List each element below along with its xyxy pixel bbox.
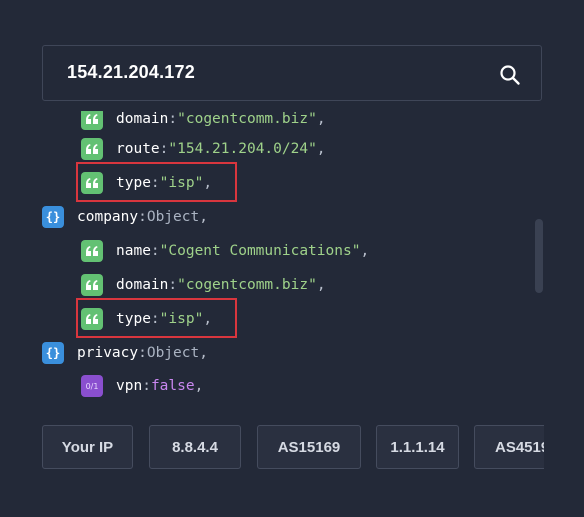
quote-icon (81, 240, 103, 262)
json-comma: , (316, 141, 326, 157)
braces-icon: {} (42, 206, 64, 228)
search-icon[interactable] (499, 64, 521, 86)
json-row: name: "Cogent Communications", (81, 239, 369, 263)
json-viewer: domain: "cogentcomm.biz", route: "154.21.20… (42, 111, 542, 409)
json-comma: , (199, 345, 208, 361)
json-colon: : (159, 141, 169, 157)
highlight-box (76, 162, 237, 202)
quick-link-button[interactable]: AS4519 (474, 425, 544, 469)
json-comma: , (316, 111, 326, 127)
boolean-icon: 0/1 (81, 375, 103, 397)
scrollbar-thumb[interactable] (535, 219, 543, 293)
json-comma: , (199, 209, 208, 225)
json-value: "154.21.204.0/24" (168, 141, 317, 157)
json-value: Object (146, 209, 200, 225)
json-row: 0/1 vpn: false, (81, 374, 203, 398)
json-row: route: "154.21.204.0/24", (81, 137, 326, 161)
quick-links: Your IP 8.8.4.4 AS15169 1.1.1.14 AS4519 (42, 425, 544, 469)
json-value: "Cogent Communications" (159, 243, 361, 259)
json-colon: : (138, 209, 147, 225)
quote-icon (81, 138, 103, 160)
json-key: name (116, 243, 151, 259)
json-comma: , (316, 277, 326, 293)
json-row[interactable]: {} company: Object, (42, 205, 208, 229)
json-row[interactable]: {} privacy: Object, (42, 341, 208, 365)
json-value: false (150, 378, 195, 394)
json-colon: : (150, 243, 160, 259)
json-value: "cogentcomm.biz" (177, 111, 317, 127)
json-key: company (77, 209, 139, 225)
json-comma: , (194, 378, 204, 394)
json-row: domain: "cogentcomm.biz", (81, 273, 326, 297)
json-key: domain (116, 111, 169, 127)
json-colon: : (138, 345, 147, 361)
search-bar[interactable]: 154.21.204.172 (42, 45, 542, 101)
json-comma: , (360, 243, 370, 259)
quick-link-button[interactable]: 8.8.4.4 (149, 425, 241, 469)
json-key: route (116, 141, 160, 157)
search-input[interactable]: 154.21.204.172 (67, 62, 195, 83)
json-value: "cogentcomm.biz" (177, 277, 317, 293)
quote-icon (81, 111, 103, 130)
quick-link-button[interactable]: Your IP (42, 425, 133, 469)
json-key: vpn (116, 378, 143, 394)
json-colon: : (142, 378, 151, 394)
json-colon: : (168, 111, 178, 127)
highlight-box (76, 298, 237, 338)
quote-icon (81, 274, 103, 296)
quick-link-button[interactable]: AS15169 (257, 425, 361, 469)
braces-icon: {} (42, 342, 64, 364)
json-key: privacy (77, 345, 139, 361)
quick-link-button[interactable]: 1.1.1.14 (376, 425, 459, 469)
json-key: domain (116, 277, 169, 293)
json-value: Object (146, 345, 200, 361)
json-row: domain: "cogentcomm.biz", (81, 111, 326, 131)
json-colon: : (168, 277, 178, 293)
